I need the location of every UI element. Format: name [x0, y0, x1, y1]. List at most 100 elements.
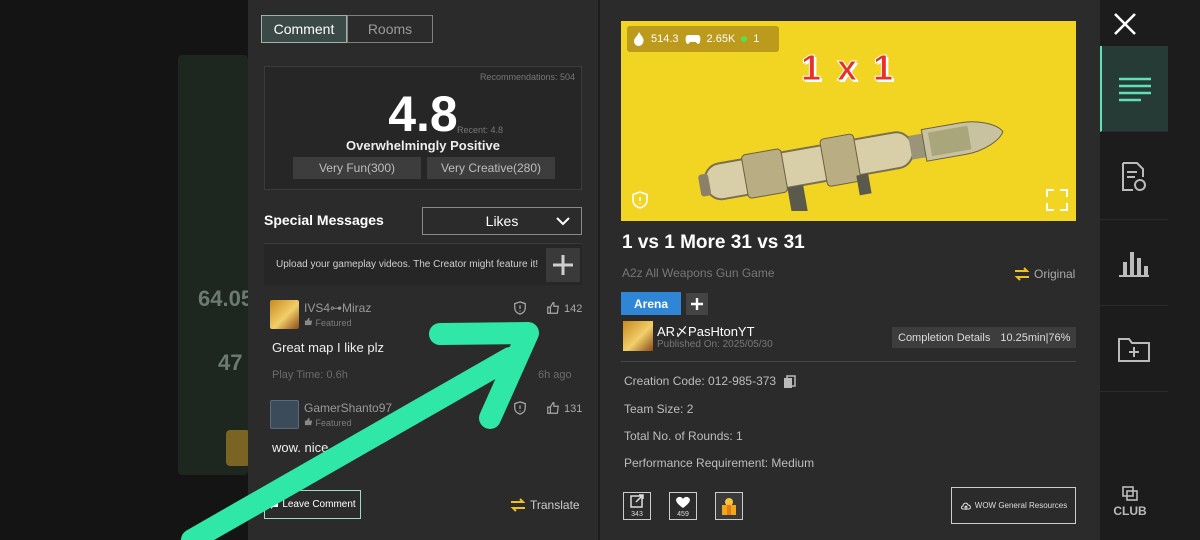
rating-summary: Recommendations: 504 4.8 Recent: 4.8 Ove… [264, 66, 582, 190]
published-date: Published On: 2025/05/30 [657, 339, 773, 350]
upload-video-button[interactable] [546, 248, 580, 282]
copy-icon[interactable] [783, 375, 797, 389]
bar-chart-icon [1119, 251, 1149, 277]
leave-comment-button[interactable]: Leave Comment [264, 490, 361, 519]
list-icon [1119, 77, 1151, 101]
upload-prompt: Upload your gameplay videos. The Creator… [264, 243, 582, 285]
nav-statistics[interactable] [1100, 220, 1168, 306]
mode-tag[interactable]: Arena [621, 292, 681, 315]
swap-icon [510, 498, 526, 512]
comment-username[interactable]: IVS4⊶Miraz [304, 301, 371, 315]
background-count: 47 [218, 350, 243, 375]
avatar[interactable] [270, 400, 299, 429]
rating-tags: Very Fun(300) Very Creative(280) [293, 157, 555, 179]
map-banner[interactable]: 514.3 2.65K 1 1 x 1 [621, 21, 1076, 221]
team-size: Team Size: 2 [624, 402, 694, 416]
creation-code-text: Creation Code: 012-985-373 [624, 374, 777, 388]
swap-icon [1014, 267, 1030, 281]
comment-text: Great map I like plz [272, 340, 384, 355]
thumbs-up-icon [304, 317, 313, 326]
map-subtitle: A2z All Weapons Gun Game [622, 266, 775, 280]
completion-details[interactable]: Completion Details 10.25min|76% [892, 327, 1077, 348]
map-details-panel: 514.3 2.65K 1 1 x 1 1 vs 1 More 31 vs 31… [600, 0, 1100, 540]
rating-score: 4.8 [388, 86, 458, 142]
folder-add-icon [1118, 337, 1150, 362]
rating-tag-fun[interactable]: Very Fun(300) [293, 157, 421, 179]
leave-comment-label: Leave Comment [282, 499, 356, 510]
heart-icon [676, 496, 690, 508]
featured-badge: Featured [304, 417, 352, 428]
like-total: 459 [677, 511, 689, 518]
comment-time: 6h ago [538, 369, 572, 381]
add-tag-button[interactable] [686, 293, 708, 315]
original-label: Original [1034, 267, 1076, 281]
close-icon[interactable] [1112, 11, 1138, 37]
plus-icon [553, 255, 573, 275]
tab-rooms[interactable]: Rooms [347, 15, 433, 43]
heat-value: 514.3 [651, 33, 679, 45]
completion-value: 10.25min|76% [1000, 331, 1071, 344]
comment-username[interactable]: GamerShanto97 [304, 401, 392, 415]
comments-panel: Comment Rooms Recommendations: 504 4.8 R… [248, 0, 598, 540]
resources-label: WOW General Resources [974, 501, 1068, 510]
play-time: Play Time: 0.6h [272, 369, 348, 381]
general-resources-button[interactable]: WOW General Resources [951, 487, 1076, 524]
gift-icon [722, 498, 736, 515]
nav-records[interactable] [1100, 134, 1168, 220]
like-count: 142 [564, 303, 583, 315]
gamepad-icon [685, 34, 700, 44]
upload-text: Upload your gameplay videos. The Creator… [276, 259, 539, 270]
report-shield-icon[interactable] [513, 301, 527, 315]
nav-details[interactable] [1100, 46, 1168, 132]
total-rounds: Total No. of Rounds: 1 [624, 429, 743, 443]
creator-avatar[interactable] [623, 321, 653, 351]
share-icon [630, 494, 644, 508]
gift-button[interactable] [715, 492, 743, 520]
sort-value: Likes [485, 213, 519, 229]
document-refresh-icon [1122, 161, 1146, 191]
section-divider [621, 361, 1076, 362]
performance-requirement: Performance Requirement: Medium [624, 456, 815, 470]
map-title: 1 vs 1 More 31 vs 31 [622, 232, 805, 253]
rating-tag-creative[interactable]: Very Creative(280) [427, 157, 555, 179]
cloud-upload-icon [960, 502, 971, 510]
sort-dropdown[interactable]: Likes [422, 207, 582, 235]
flame-icon [634, 32, 644, 46]
translate-label: Translate [530, 498, 580, 512]
featured-badge: Featured [304, 317, 352, 328]
plus-icon [691, 298, 703, 310]
share-count: 343 [631, 511, 643, 518]
background-score: 64.05 [198, 286, 254, 311]
share-button[interactable]: 343 [623, 492, 651, 520]
report-shield-icon[interactable] [513, 401, 527, 415]
background-card [178, 55, 248, 475]
creator-name[interactable]: AR〆PasHtonYT [657, 321, 755, 340]
thumbs-up-icon [304, 417, 313, 426]
translate-button[interactable]: Translate [510, 498, 580, 512]
like-count: 131 [564, 403, 583, 415]
online-count: 1 [753, 33, 760, 45]
rating-sentiment: Overwhelmingly Positive [346, 138, 500, 153]
like-button[interactable]: 459 [669, 492, 697, 520]
background-badge [226, 430, 250, 466]
recent-score: Recent: 4.8 [457, 125, 504, 135]
nav-collect[interactable] [1100, 306, 1168, 392]
fullscreen-icon[interactable] [1046, 189, 1068, 211]
thumbs-up-icon[interactable] [546, 401, 560, 415]
comment-text: wow. nice [272, 440, 329, 455]
original-toggle[interactable]: Original [1014, 267, 1075, 281]
club-icon [1122, 486, 1138, 501]
featured-label: Featured [315, 318, 352, 328]
online-dot-icon [741, 36, 748, 42]
side-navigation: CLUB [1100, 0, 1200, 540]
map-stats: 514.3 2.65K 1 [627, 26, 779, 52]
report-shield-icon[interactable] [631, 191, 649, 209]
tab-comment[interactable]: Comment [261, 15, 347, 43]
club-label: CLUB [1113, 504, 1147, 518]
recommendations-count: Recommendations: 504 [479, 72, 575, 82]
chevron-down-icon [556, 217, 570, 226]
club-button[interactable]: CLUB [1102, 485, 1158, 518]
avatar[interactable] [270, 300, 299, 329]
creation-code: Creation Code: 012-985-373 [624, 374, 797, 389]
thumbs-up-icon[interactable] [546, 301, 560, 315]
